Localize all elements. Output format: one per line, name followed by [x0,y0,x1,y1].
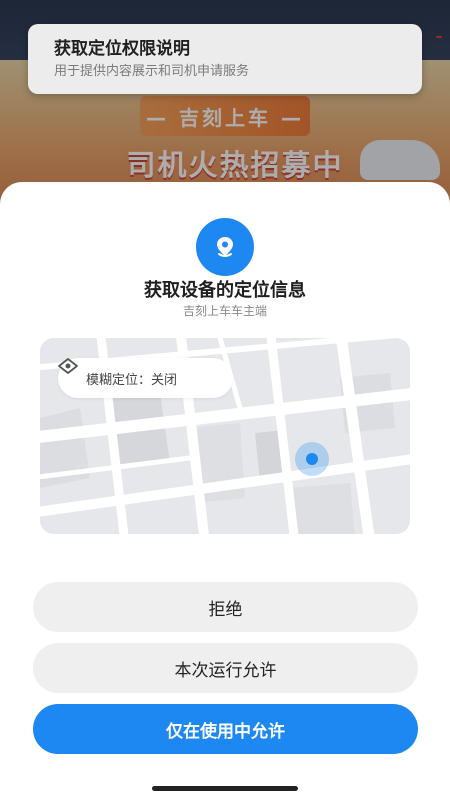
allow-while-using-button[interactable]: 仅在使用中允许 [33,704,418,754]
app-name: 吉刻上车车主端 [182,304,267,318]
location-pin-icon [196,218,254,276]
notice-description: 用于提供内容展示和司机申请服务 [54,64,250,79]
permission-notice: 获取定位权限说明 用于提供内容展示和司机申请服务 [28,24,422,94]
sheet-title: 获取设备的定位信息 [144,280,306,301]
allow-once-button[interactable]: 本次运行允许 [33,643,418,693]
location-map-preview: 模糊定位：关闭 [40,338,410,534]
home-indicator[interactable] [152,786,298,791]
deny-button[interactable]: 拒绝 [33,582,418,632]
notice-title: 获取定位权限说明 [54,39,190,59]
approximate-location-label: 模糊定位：关闭 [86,372,178,388]
approximate-location-toggle[interactable]: 模糊定位：关闭 [58,358,233,398]
location-permission-sheet: 获取设备的定位信息 吉刻上车车主端 模糊定位：关闭 拒绝 本次运行允许 仅在使用… [0,182,450,800]
